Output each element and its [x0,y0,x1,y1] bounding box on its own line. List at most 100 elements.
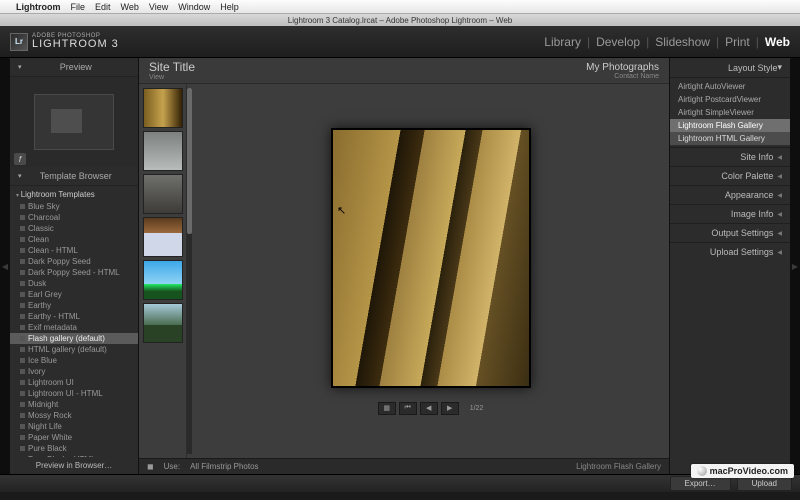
window-title-text: Lightroom 3 Catalog.lrcat – Adobe Photos… [288,16,512,25]
layout-engine-item[interactable]: Airtight PostcardViewer [670,93,790,106]
layout-engine-item[interactable]: Airtight SimpleViewer [670,106,790,119]
layout-engine-item[interactable]: Lightroom HTML Gallery [670,132,790,145]
preview-panel-header[interactable]: ▾ Preview [10,58,138,77]
template-item[interactable]: Mossy Rock [10,410,138,421]
preview-label: Preview [60,62,92,72]
template-item[interactable]: Blue Sky [10,201,138,212]
template-item[interactable]: Night Life [10,421,138,432]
template-item[interactable]: Earthy [10,300,138,311]
site-info-panel[interactable]: Site Info◀ [670,147,790,166]
template-item[interactable]: Charcoal [10,212,138,223]
image-counter: 1/22 [470,405,484,412]
contact-name[interactable]: Contact Name [586,73,659,80]
menu-window[interactable]: Window [178,2,210,12]
main-image[interactable] [331,128,531,388]
template-item[interactable]: Clean - HTML [10,245,138,256]
upload-button[interactable]: Upload [737,476,792,491]
color-palette-panel[interactable]: Color Palette◀ [670,166,790,185]
module-print[interactable]: Print [725,35,750,49]
template-item[interactable]: Dark Poppy Seed - HTML [10,267,138,278]
menu-view[interactable]: View [149,2,168,12]
module-web[interactable]: Web [765,35,790,49]
template-group[interactable]: Lightroom Templates [10,188,138,201]
right-panel-toggle[interactable]: ▶ [790,58,800,474]
thumbnail[interactable] [143,260,183,300]
appearance-panel[interactable]: Appearance◀ [670,185,790,204]
template-item[interactable]: Lightroom UI [10,377,138,388]
template-item[interactable]: Midnight [10,399,138,410]
disclosure-triangle-icon: ▾ [18,172,22,180]
thumbnail[interactable] [143,88,183,128]
collection-title[interactable]: My Photographs [586,62,659,73]
template-item[interactable]: Dark Poppy Seed [10,256,138,267]
output-settings-panel[interactable]: Output Settings◀ [670,223,790,242]
prev-button[interactable]: ◀ [420,402,438,415]
template-item[interactable]: Dusk [10,278,138,289]
layout-style-header[interactable]: Layout Style ▾ [670,58,790,78]
disclosure-triangle-icon: ▾ [18,63,22,71]
first-button[interactable]: ⏮ [399,402,417,415]
preview-in-browser-button[interactable]: Preview in Browser… [10,457,138,474]
layout-engine-item[interactable]: Airtight AutoViewer [670,80,790,93]
template-item[interactable]: Paper White [10,432,138,443]
center-toolbar: ◼ Use: All Filmstrip Photos Lightroom Fl… [139,458,669,474]
module-library[interactable]: Library [544,35,581,49]
thumbnail[interactable] [143,174,183,214]
preview-area: f [10,77,138,167]
gallery-header: Site Title View My Photographs Contact N… [139,58,669,84]
toolbar-square-icon[interactable]: ◼ [147,462,154,471]
app-menu[interactable]: Lightroom [16,2,61,12]
menu-web[interactable]: Web [121,2,139,12]
template-item[interactable]: HTML gallery (default) [10,344,138,355]
thumbnail[interactable] [143,217,183,257]
module-switcher: Library| Develop| Slideshow| Print| Web [544,35,790,49]
engine-status: Lightroom Flash Gallery [576,462,661,471]
template-browser-header[interactable]: ▾ Template Browser [10,167,138,186]
disclosure-triangle-icon: ▾ [777,62,782,73]
menu-edit[interactable]: Edit [95,2,111,12]
mac-menubar: Lightroom File Edit Web View Window Help [0,0,800,14]
template-item[interactable]: Clean [10,234,138,245]
template-browser-label: Template Browser [40,171,112,181]
template-item[interactable]: Pure Black - HTML [10,454,138,457]
left-panel-toggle[interactable]: ◀ [0,58,10,474]
layout-style-list: Airtight AutoViewerAirtight PostcardView… [670,78,790,147]
template-tree: Lightroom Templates Blue SkyCharcoalClas… [10,186,138,457]
view-menu-label[interactable]: View [149,74,195,81]
next-button[interactable]: ▶ [441,402,459,415]
logo-badge: Lr [10,33,28,51]
module-develop[interactable]: Develop [596,35,640,49]
module-slideshow[interactable]: Slideshow [655,35,710,49]
grid-view-button[interactable]: ▦ [378,402,396,415]
template-item[interactable]: Lightroom UI - HTML [10,388,138,399]
gallery-body: ▦ ⏮ ◀ ▶ 1/22 ↖ [139,84,669,458]
thumbnail-strip [139,84,187,458]
template-item[interactable]: Pure Black [10,443,138,454]
center-stage: Site Title View My Photographs Contact N… [138,58,670,474]
flash-icon: f [14,153,26,165]
layout-engine-item[interactable]: Lightroom Flash Gallery [670,119,790,132]
gallery-controls: ▦ ⏮ ◀ ▶ 1/22 [378,402,484,415]
menu-help[interactable]: Help [220,2,239,12]
template-item[interactable]: Classic [10,223,138,234]
template-item[interactable]: Ice Blue [10,355,138,366]
export-button[interactable]: Export… [670,476,731,491]
logo-bottom-text: LIGHTROOM 3 [32,39,119,50]
watermark-text: macProVideo.com [710,466,788,476]
template-item[interactable]: Earl Grey [10,289,138,300]
thumbnail[interactable] [143,131,183,171]
menu-file[interactable]: File [71,2,86,12]
template-item[interactable]: Exif metadata [10,322,138,333]
image-info-panel[interactable]: Image Info◀ [670,204,790,223]
left-panel: ▾ Preview f ▾ Template Browser Lightroom… [10,58,138,474]
template-item[interactable]: Earthy - HTML [10,311,138,322]
site-title[interactable]: Site Title [149,60,195,74]
bottom-bar: Export… Upload [0,474,800,492]
use-value[interactable]: All Filmstrip Photos [190,462,258,471]
loupe-area: ▦ ⏮ ◀ ▶ 1/22 ↖ [192,84,669,458]
template-item[interactable]: Ivory [10,366,138,377]
template-item[interactable]: Flash gallery (default) [10,333,138,344]
thumbnail[interactable] [143,303,183,343]
app-logo: Lr ADOBE PHOTOSHOP LIGHTROOM 3 [10,33,119,51]
upload-settings-panel[interactable]: Upload Settings◀ [670,242,790,261]
